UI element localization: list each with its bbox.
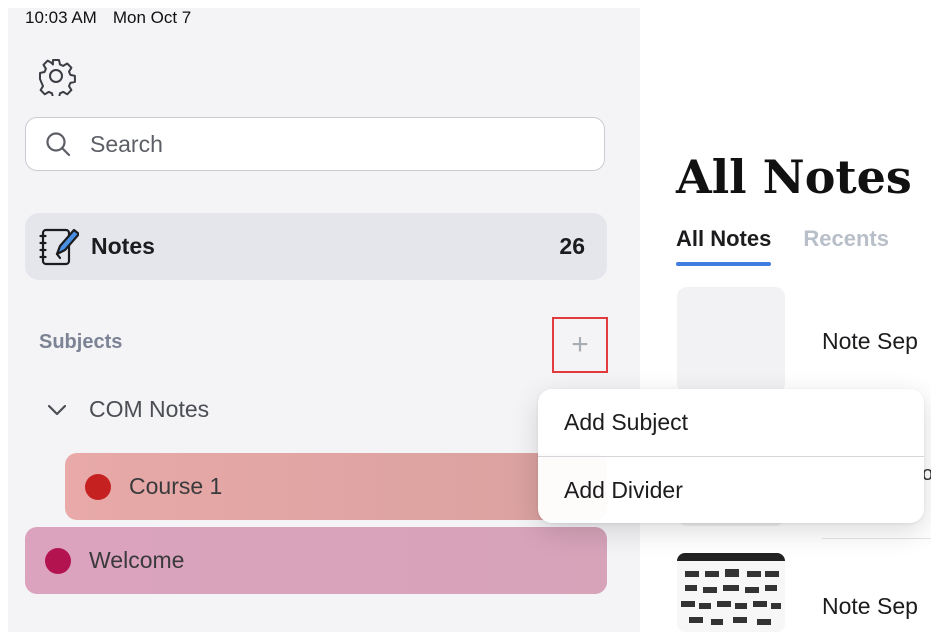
note-thumbnail[interactable]: [677, 287, 785, 393]
gear-icon[interactable]: [36, 56, 76, 99]
subject-item-course-1[interactable]: Course 1: [65, 453, 607, 520]
subject-item-label: Welcome: [89, 547, 185, 573]
tab-all-notes[interactable]: All Notes: [676, 226, 772, 266]
notes-label: Notes: [91, 233, 155, 259]
sidebar-item-notes[interactable]: Notes 26: [25, 213, 607, 280]
notes-count: 26: [559, 233, 585, 259]
tab-bar: All Notes Recents: [676, 226, 889, 266]
plus-icon: +: [571, 328, 589, 361]
status-date: Mon Oct 7: [112, 8, 192, 27]
subject-group-label: COM Notes: [89, 396, 210, 422]
page-title: All Notes: [676, 150, 912, 204]
note-title[interactable]: Note Sep: [822, 328, 918, 355]
subject-color-dot: [45, 547, 71, 574]
menu-item-add-subject[interactable]: Add Subject: [538, 389, 924, 456]
tab-recents[interactable]: Recents: [803, 226, 889, 252]
menu-item-add-divider[interactable]: Add Divider: [538, 456, 924, 523]
subject-group-com-notes[interactable]: COM Notes: [45, 396, 209, 423]
subject-item-welcome[interactable]: Welcome: [25, 527, 607, 594]
note-title[interactable]: Note Sep: [822, 593, 918, 620]
chevron-down-icon[interactable]: [45, 398, 69, 422]
add-context-menu: Add Subject Add Divider: [538, 389, 924, 523]
subjects-heading: Subjects: [39, 331, 123, 353]
notebook-pencil-icon: [39, 228, 79, 265]
diagram-thumbnail-icon: [677, 553, 785, 632]
subject-color-dot: [85, 473, 111, 500]
note-thumbnail[interactable]: [677, 553, 785, 632]
subject-item-label: Course 1: [129, 473, 223, 499]
list-divider: [822, 538, 931, 539]
status-bar: 10:03 AM Mon Oct 7: [25, 8, 191, 28]
status-time: 10:03 AM: [25, 8, 97, 27]
search-input[interactable]: [88, 129, 552, 159]
search-icon: [46, 132, 71, 157]
add-subject-button[interactable]: +: [552, 317, 608, 373]
search-field[interactable]: [25, 117, 605, 171]
